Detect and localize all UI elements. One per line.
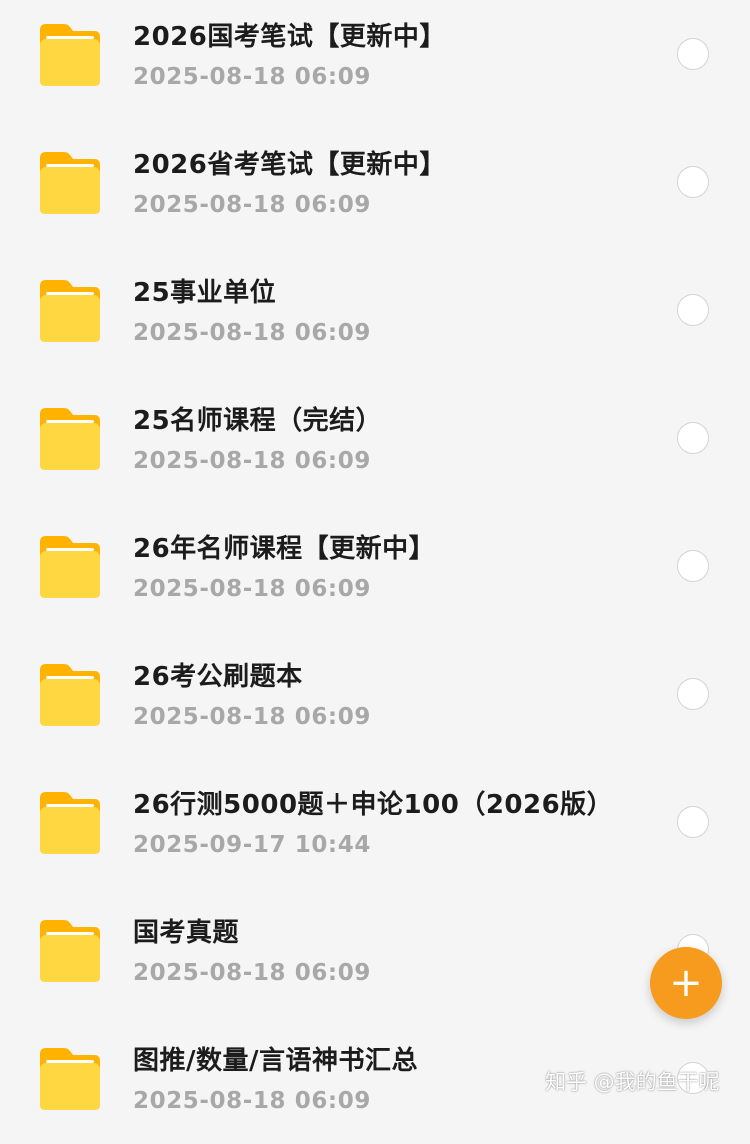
file-date: 2025-08-18 06:09 [133,1088,371,1114]
select-radio[interactable] [677,550,709,582]
file-date: 2025-08-18 06:09 [133,960,371,986]
file-name: 国考真题 [133,918,240,948]
folder-icon [40,920,100,982]
file-name: 26考公刷题本 [133,662,303,692]
plus-icon: + [669,960,703,1006]
file-name: 26年名师课程【更新中】 [133,534,436,564]
file-row[interactable]: 26考公刷题本 2025-08-18 06:09 [0,632,750,760]
folder-icon [40,1048,100,1110]
file-date: 2025-08-18 06:09 [133,64,371,90]
folder-icon [40,792,100,854]
file-name: 25事业单位 [133,278,277,308]
select-radio[interactable] [677,166,709,198]
folder-icon [40,24,100,86]
file-row[interactable]: 26行测5000题＋申论100（2026版） 2025-09-17 10:44 [0,760,750,888]
select-radio[interactable] [677,422,709,454]
file-row[interactable]: 25事业单位 2025-08-18 06:09 [0,248,750,376]
file-date: 2025-08-18 06:09 [133,704,371,730]
file-date: 2025-08-18 06:09 [133,576,371,602]
file-row[interactable]: 国考真题 2025-08-18 06:09 [0,888,750,1016]
file-row[interactable]: 2026省考笔试【更新中】 2025-08-18 06:09 [0,120,750,248]
folder-icon [40,280,100,342]
folder-icon [40,408,100,470]
file-name: 图推/数量/言语神书汇总 [133,1046,418,1076]
file-name: 25名师课程（完结） [133,406,383,436]
add-button[interactable]: + [650,947,722,1019]
folder-icon [40,536,100,598]
file-list: 2026国考笔试【更新中】 2025-08-18 06:09 2026省考笔试【更新… [0,0,750,1144]
select-radio[interactable] [677,38,709,70]
folder-icon [40,152,100,214]
file-row[interactable]: 26年名师课程【更新中】 2025-08-18 06:09 [0,504,750,632]
select-radio[interactable] [677,294,709,326]
file-name: 26行测5000题＋申论100（2026版） [133,790,614,820]
file-date: 2025-08-18 06:09 [133,192,371,218]
select-radio[interactable] [677,806,709,838]
file-name: 2026国考笔试【更新中】 [133,22,446,52]
file-name: 2026省考笔试【更新中】 [133,150,446,180]
watermark: 知乎 @我的鱼干呢 [545,1070,720,1094]
file-date: 2025-08-18 06:09 [133,320,371,346]
file-row[interactable]: 2026国考笔试【更新中】 2025-08-18 06:09 [0,0,750,120]
folder-icon [40,664,100,726]
select-radio[interactable] [677,678,709,710]
file-date: 2025-09-17 10:44 [133,832,371,858]
file-row[interactable]: 25名师课程（完结） 2025-08-18 06:09 [0,376,750,504]
file-date: 2025-08-18 06:09 [133,448,371,474]
